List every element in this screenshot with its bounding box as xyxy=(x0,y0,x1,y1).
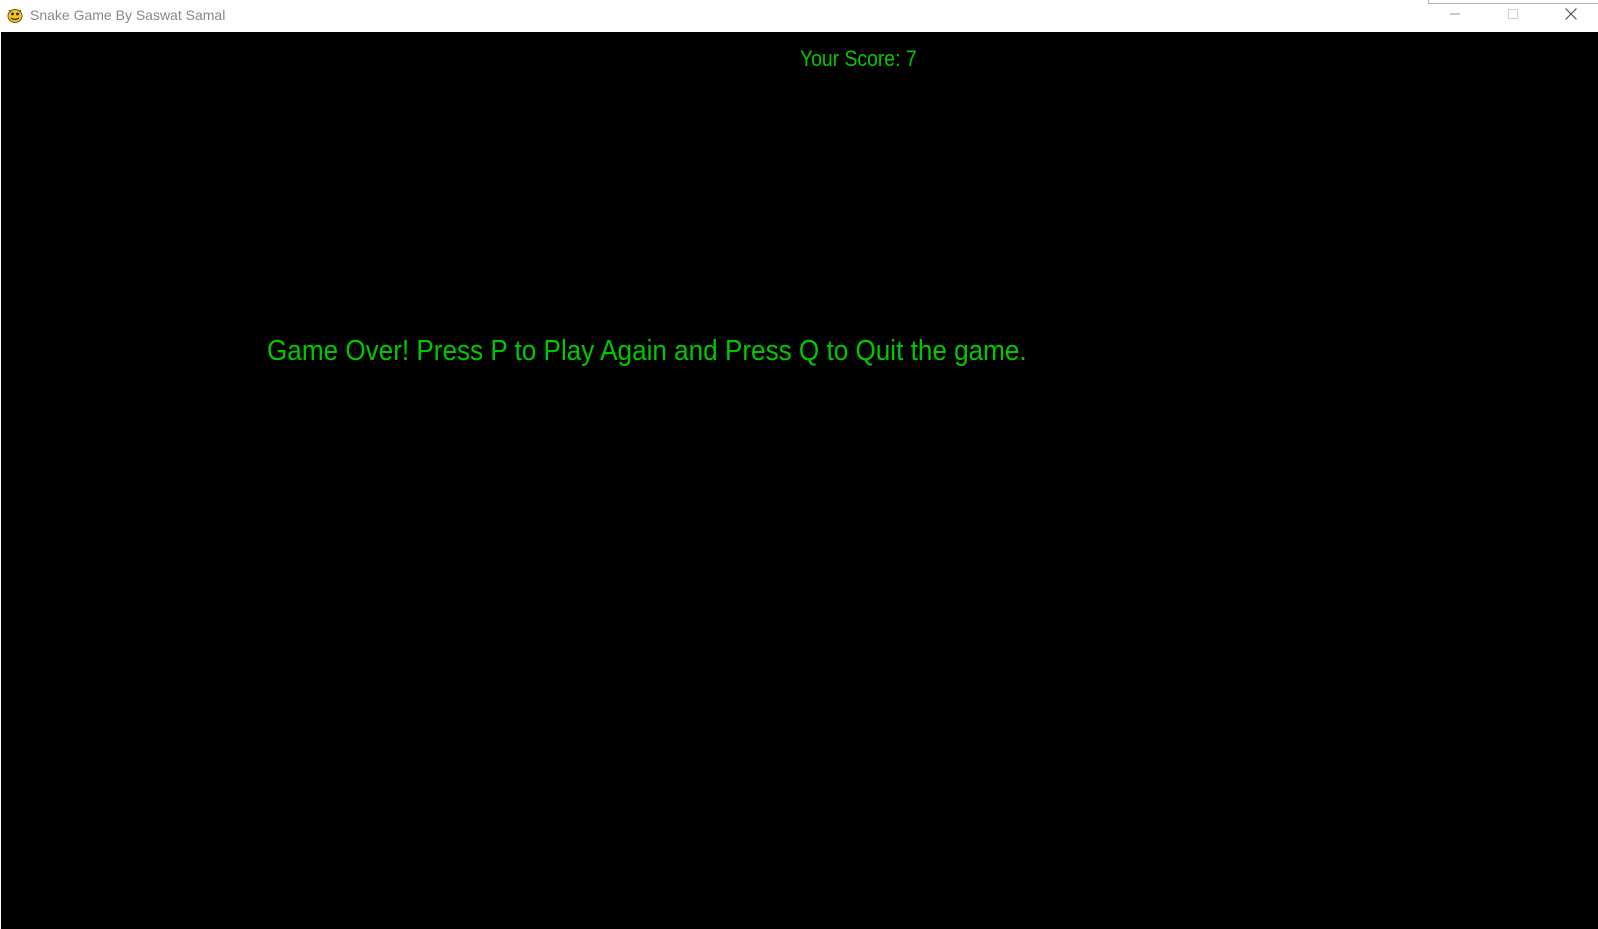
window-title: Snake Game By Saswat Samal xyxy=(30,7,226,23)
score-display: Your Score: 7 xyxy=(800,46,917,71)
minimize-icon xyxy=(1449,7,1461,25)
title-bar[interactable]: Snake Game By Saswat Samal xyxy=(0,0,1598,33)
game-canvas[interactable] xyxy=(1,32,1598,929)
pygame-snake-icon xyxy=(6,6,24,24)
maximize-icon xyxy=(1507,7,1519,25)
close-icon xyxy=(1564,7,1578,26)
minimize-button[interactable] xyxy=(1426,0,1484,32)
maximize-button[interactable] xyxy=(1484,0,1542,32)
game-over-message: Game Over! Press P to Play Again and Pre… xyxy=(267,335,1027,367)
app-window: Snake Game By Saswat Samal Your Score: 7… xyxy=(0,0,1598,929)
close-button[interactable] xyxy=(1542,0,1598,32)
